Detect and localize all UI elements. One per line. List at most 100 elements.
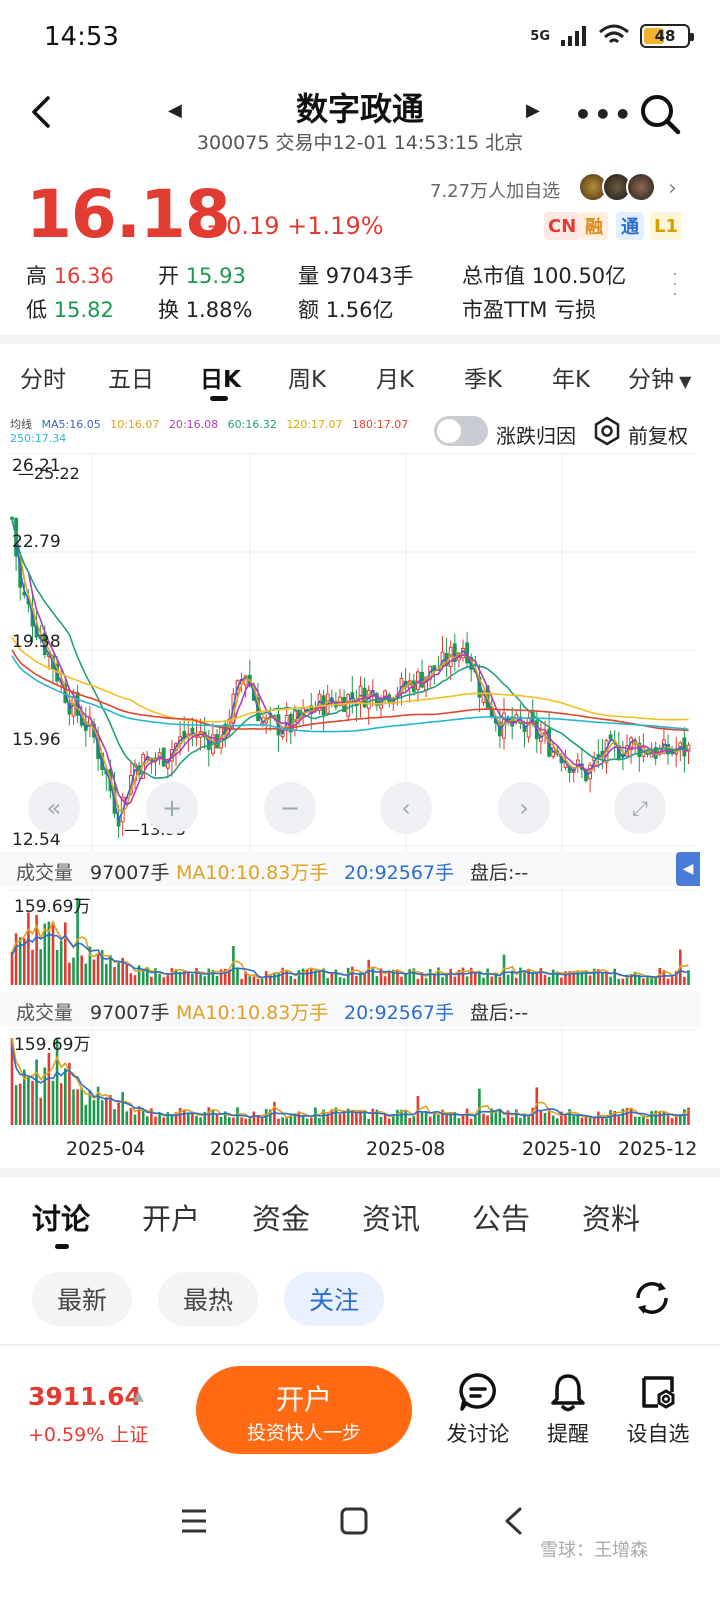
collapse-arrow-icon[interactable]: ◀ bbox=[676, 852, 700, 886]
volume-bar bbox=[576, 970, 580, 985]
volume-header: 成交量 97007手 MA10:10.83万手 20:92567手 盘后:-- bbox=[0, 852, 700, 886]
filter-latest[interactable]: 最新 bbox=[32, 1272, 132, 1326]
volume-bar bbox=[506, 974, 510, 985]
candle-body bbox=[190, 727, 195, 733]
volume-bar bbox=[18, 1083, 22, 1125]
ma-lines bbox=[11, 518, 689, 822]
recent-apps-icon[interactable] bbox=[180, 1508, 208, 1534]
watchers-count[interactable]: 7.27万人加自选 bbox=[430, 177, 560, 203]
next-stock-icon[interactable]: ▶ bbox=[526, 100, 540, 121]
alert-button[interactable]: 提醒 bbox=[526, 1372, 610, 1448]
search-icon[interactable] bbox=[638, 92, 682, 136]
tab-yearly-k[interactable]: 年K bbox=[552, 360, 590, 394]
volume-bar bbox=[556, 1118, 559, 1125]
candle-body bbox=[608, 734, 613, 740]
chevron-right-icon[interactable]: › bbox=[668, 176, 677, 201]
volume-bar bbox=[27, 1076, 30, 1125]
fullscreen-button[interactable]: ⤢ bbox=[614, 782, 666, 834]
volume-bar bbox=[588, 975, 592, 985]
scroll-right-button[interactable]: › bbox=[498, 782, 550, 834]
volume-bar bbox=[486, 968, 489, 985]
tab-intraday[interactable]: 分时 bbox=[20, 360, 66, 394]
tab-monthly-k[interactable]: 月K bbox=[376, 360, 414, 394]
hexagon-settings-icon[interactable] bbox=[592, 416, 622, 446]
volume-bar bbox=[92, 1100, 96, 1125]
volume-bar bbox=[100, 1100, 104, 1125]
volume-bar bbox=[564, 1114, 567, 1125]
volume-bar bbox=[367, 959, 370, 985]
tab-profile[interactable]: 资料 bbox=[582, 1196, 640, 1238]
scroll-left-fast-button[interactable]: « bbox=[28, 782, 80, 834]
tab-open-account[interactable]: 开户 bbox=[142, 1196, 200, 1238]
volume-bar bbox=[236, 1107, 239, 1125]
volume-bar bbox=[515, 977, 518, 985]
refresh-icon[interactable] bbox=[630, 1276, 674, 1320]
volume-bar bbox=[646, 1118, 649, 1125]
x-label: 2025-04 bbox=[66, 1138, 146, 1160]
kline-chart[interactable] bbox=[0, 450, 700, 1130]
open-account-title: 开户 bbox=[275, 1383, 332, 1416]
y-label: 22.79 bbox=[12, 532, 61, 552]
volume-bar bbox=[252, 976, 256, 985]
filter-following[interactable]: 关注 bbox=[284, 1272, 384, 1326]
tab-weekly-k[interactable]: 周K bbox=[288, 360, 326, 394]
volume-bar bbox=[617, 978, 621, 985]
zoom-out-button[interactable]: − bbox=[264, 782, 316, 834]
volume-bar bbox=[72, 957, 75, 985]
tab-five-day[interactable]: 五日 bbox=[108, 360, 154, 394]
volume-bar bbox=[474, 972, 477, 985]
volume-bar bbox=[498, 976, 502, 985]
volume-bar bbox=[461, 1114, 465, 1125]
index-value[interactable]: 3911.64 bbox=[28, 1382, 142, 1411]
index-change[interactable]: +0.59% 上证 bbox=[28, 1420, 148, 1447]
volume-bar bbox=[264, 971, 268, 985]
volume-bar bbox=[129, 973, 133, 985]
volume-bar bbox=[199, 1117, 202, 1125]
volume-bar bbox=[535, 973, 539, 985]
volume-bar bbox=[277, 971, 280, 985]
adjust-mode-label[interactable]: 前复权 bbox=[628, 420, 688, 449]
volume-bar bbox=[293, 978, 297, 985]
nav-back-icon[interactable] bbox=[502, 1506, 524, 1536]
volume-bar bbox=[14, 1085, 18, 1125]
open-account-button[interactable]: 开户 投资快人一步 bbox=[196, 1366, 412, 1454]
volume-bar bbox=[408, 969, 411, 985]
volume-bar bbox=[133, 1114, 137, 1125]
volume-bar bbox=[162, 1117, 165, 1125]
volume-bar bbox=[187, 1113, 190, 1125]
tab-daily-k[interactable]: 日K bbox=[200, 360, 241, 394]
volume-bar bbox=[601, 971, 604, 985]
volume-bar bbox=[80, 955, 83, 985]
tab-quarterly-k[interactable]: 季K bbox=[464, 360, 502, 394]
volume-bar bbox=[84, 1104, 88, 1125]
scroll-left-button[interactable]: ‹ bbox=[380, 782, 432, 834]
tab-discussion[interactable]: 讨论 bbox=[32, 1196, 90, 1238]
volume-bar bbox=[125, 964, 129, 985]
volume-bar bbox=[642, 978, 645, 985]
zoom-in-button[interactable]: + bbox=[146, 782, 198, 834]
post-discussion-button[interactable]: 发讨论 bbox=[436, 1372, 520, 1448]
badge-l1: L1 bbox=[650, 212, 682, 240]
volume-bar bbox=[314, 1107, 317, 1125]
current-price: 16.18 bbox=[26, 176, 231, 253]
volume-bar bbox=[158, 974, 161, 985]
volume-bar bbox=[187, 973, 190, 985]
tab-minute[interactable]: 分钟 ▼ bbox=[628, 360, 691, 394]
volume-bar bbox=[539, 1111, 543, 1125]
filter-hot[interactable]: 最热 bbox=[158, 1272, 258, 1326]
volume-bar bbox=[211, 1109, 215, 1125]
volume-bar bbox=[424, 978, 428, 985]
volume-bar bbox=[260, 1117, 264, 1125]
volume-bar bbox=[338, 977, 342, 985]
stats-expand-icon[interactable]: · · · bbox=[672, 266, 678, 304]
volume-bar bbox=[576, 1115, 580, 1125]
add-watchlist-button[interactable]: 设自选 bbox=[616, 1372, 700, 1448]
volume-bar bbox=[125, 1111, 129, 1125]
tab-capital[interactable]: 资金 bbox=[252, 1196, 310, 1238]
volume-bar bbox=[260, 978, 264, 985]
volume-bars-1 bbox=[10, 898, 690, 985]
tab-news[interactable]: 资讯 bbox=[362, 1196, 420, 1238]
tab-announcements[interactable]: 公告 bbox=[472, 1196, 530, 1238]
more-icon[interactable]: ••• bbox=[574, 98, 634, 131]
home-icon[interactable] bbox=[340, 1506, 368, 1536]
